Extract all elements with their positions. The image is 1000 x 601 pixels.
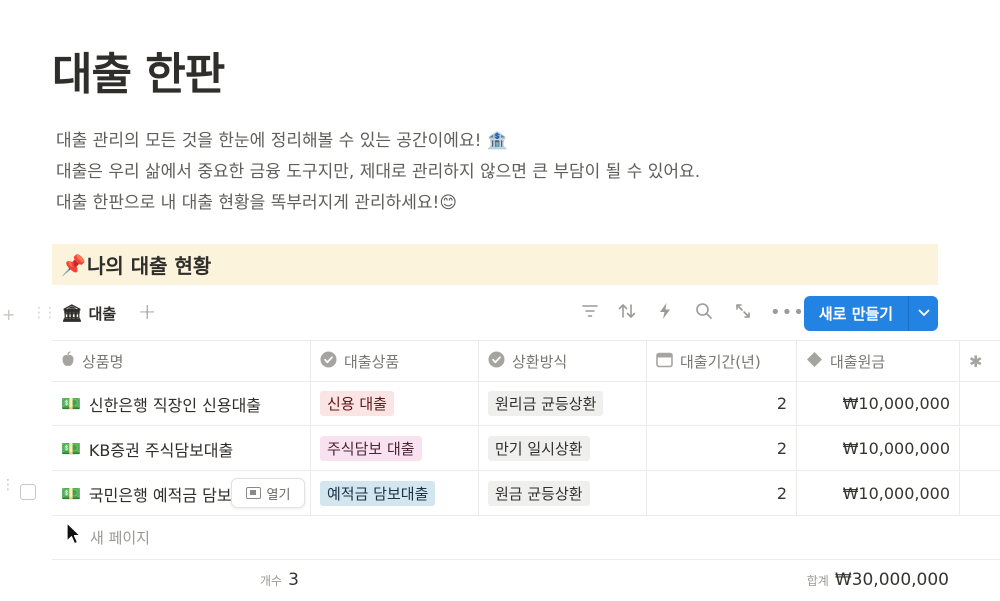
column-label: 상환방식 [512, 352, 568, 371]
section-callout: 📌 나의 대출 현황 [52, 244, 938, 285]
chevron-down-icon[interactable] [909, 306, 938, 321]
product-name-cell[interactable]: 💵 신한은행 직장인 신용대출 [52, 382, 311, 425]
money-icon: 💵 [61, 439, 81, 458]
extra-cell[interactable] [960, 472, 1000, 515]
open-panel-icon [245, 487, 261, 499]
row-checkbox[interactable] [20, 484, 36, 500]
new-page-row[interactable]: 새 페이지 [52, 516, 1000, 560]
column-header-principal[interactable]: 대출원금 [797, 341, 960, 381]
column-label: 대출상품 [344, 352, 400, 371]
loan-product-tag: 예적금 담보대출 [320, 481, 436, 506]
new-button[interactable]: 새로 만들기 [804, 296, 938, 331]
repayment-cell[interactable]: 원리금 균등상환 [479, 382, 647, 425]
new-button-label: 새로 만들기 [818, 305, 894, 323]
product-name: 신한은행 직장인 신용대출 [88, 395, 262, 415]
repayment-tag: 원리금 균등상환 [488, 391, 604, 416]
term-cell[interactable]: 2 [647, 472, 797, 515]
count-value: 3 [288, 570, 299, 590]
expand-icon[interactable] [732, 302, 754, 324]
row-drag-handle-icon[interactable]: ⋮ [1, 478, 15, 492]
sum-summary[interactable]: 합계 ₩30,000,000 [807, 570, 949, 590]
term-cell[interactable]: 2 [647, 427, 797, 470]
loan-product-cell[interactable]: 주식담보 대출 [311, 427, 479, 470]
count-summary[interactable]: 개수 3 [260, 570, 299, 590]
loan-product-tag: 신용 대출 [320, 391, 394, 416]
count-label: 개수 [260, 574, 283, 588]
column-header-extra[interactable]: ✱ [960, 341, 1000, 381]
column-label: 대출원금 [830, 352, 886, 371]
column-header-product-name[interactable]: 상품명 [52, 341, 311, 381]
bank-icon: 🏛 [61, 303, 83, 324]
column-header-repayment[interactable]: 상환방식 [479, 341, 647, 381]
table-row[interactable]: 💵 신한은행 직장인 신용대출 신용 대출 원리금 균등상환 2 ₩10,000… [52, 382, 1000, 426]
repayment-cell[interactable]: 만기 일시상환 [479, 427, 647, 470]
extra-cell[interactable] [960, 382, 1000, 425]
new-page-label: 새 페이지 [90, 529, 150, 547]
column-label: 상품명 [82, 352, 124, 371]
automation-icon[interactable] [654, 302, 676, 324]
money-icon: 💵 [61, 394, 81, 413]
more-icon[interactable]: ••• [770, 302, 804, 324]
column-label: 대출기간(년) [680, 352, 761, 371]
add-view-button[interactable]: + [138, 300, 156, 325]
open-label: 열기 [266, 487, 291, 503]
sum-value: ₩30,000,000 [834, 570, 949, 590]
search-icon[interactable] [693, 302, 715, 324]
table-header-row: 상품명 대출상품 상환방식 대출기간(년) 대출원금 ✱ [52, 340, 1000, 382]
table-row[interactable]: 💵 KB증권 주식담보대출 주식담보 대출 만기 일시상환 2 ₩10,000,… [52, 427, 1000, 471]
repayment-tag: 원금 균등상환 [488, 481, 590, 506]
open-page-button[interactable]: 열기 [231, 478, 305, 508]
principal-cell[interactable]: ₩10,000,000 [797, 472, 960, 515]
filter-icon[interactable] [579, 302, 601, 324]
extra-cell[interactable] [960, 427, 1000, 470]
mouse-cursor-icon [66, 522, 82, 550]
tab-label: 대출 [88, 305, 117, 323]
product-name-cell[interactable]: 💵 국민은행 예적금 담보 열기 [52, 472, 311, 515]
product-name-cell[interactable]: 💵 KB증권 주식담보대출 [52, 427, 311, 470]
page-title: 대출 한판 [52, 49, 225, 100]
product-name: 국민은행 예적금 담보 [88, 485, 232, 505]
sort-icon[interactable] [616, 302, 638, 324]
add-block-icon[interactable]: + [2, 305, 15, 324]
repayment-tag: 만기 일시상환 [488, 436, 590, 461]
product-name: KB증권 주식담보대출 [88, 440, 234, 460]
select-icon [320, 351, 337, 372]
description-line: 대출 관리의 모든 것을 한눈에 정리해볼 수 있는 공간이에요! 🏦 [56, 131, 508, 151]
column-header-loan-product[interactable]: 대출상품 [311, 341, 479, 381]
repayment-cell[interactable]: 원금 균등상환 [479, 472, 647, 515]
money-icon: 💵 [61, 484, 81, 503]
description-line: 대출 한판으로 내 대출 현황을 똑부러지게 관리하세요!😊 [56, 193, 458, 213]
tab-loans[interactable]: 🏛 대출 [61, 303, 116, 324]
table-row[interactable]: 💵 국민은행 예적금 담보 열기 예적금 담보대출 원금 균등상환 2 ₩10,… [52, 472, 1000, 516]
loan-product-cell[interactable]: 예적금 담보대출 [311, 472, 479, 515]
callout-heading: 나의 대출 현황 [87, 254, 212, 278]
calendar-icon [656, 351, 673, 372]
database-view-bar: 🏛 대출 + ••• 새로 만들기 [52, 296, 938, 332]
principal-cell[interactable]: ₩10,000,000 [797, 427, 960, 470]
column-header-term[interactable]: 대출기간(년) [647, 341, 797, 381]
select-icon [488, 351, 505, 372]
principal-cell[interactable]: ₩10,000,000 [797, 382, 960, 425]
sum-label: 합계 [806, 574, 829, 588]
description-line: 대출은 우리 삶에서 중요한 금융 도구지만, 제대로 관리하지 않으면 큰 부… [56, 162, 701, 182]
loan-product-cell[interactable]: 신용 대출 [311, 382, 479, 425]
formula-icon [806, 351, 823, 372]
term-cell[interactable]: 2 [647, 382, 797, 425]
page-description: 대출 관리의 모든 것을 한눈에 정리해볼 수 있는 공간이에요! 🏦 대출은 … [56, 126, 700, 219]
asterisk-icon: ✱ [969, 351, 983, 371]
apple-icon [61, 351, 75, 371]
pushpin-icon: 📌 [61, 252, 86, 277]
drag-handle-icon[interactable]: ⋮⋮ [32, 305, 57, 321]
loan-product-tag: 주식담보 대출 [320, 436, 422, 461]
